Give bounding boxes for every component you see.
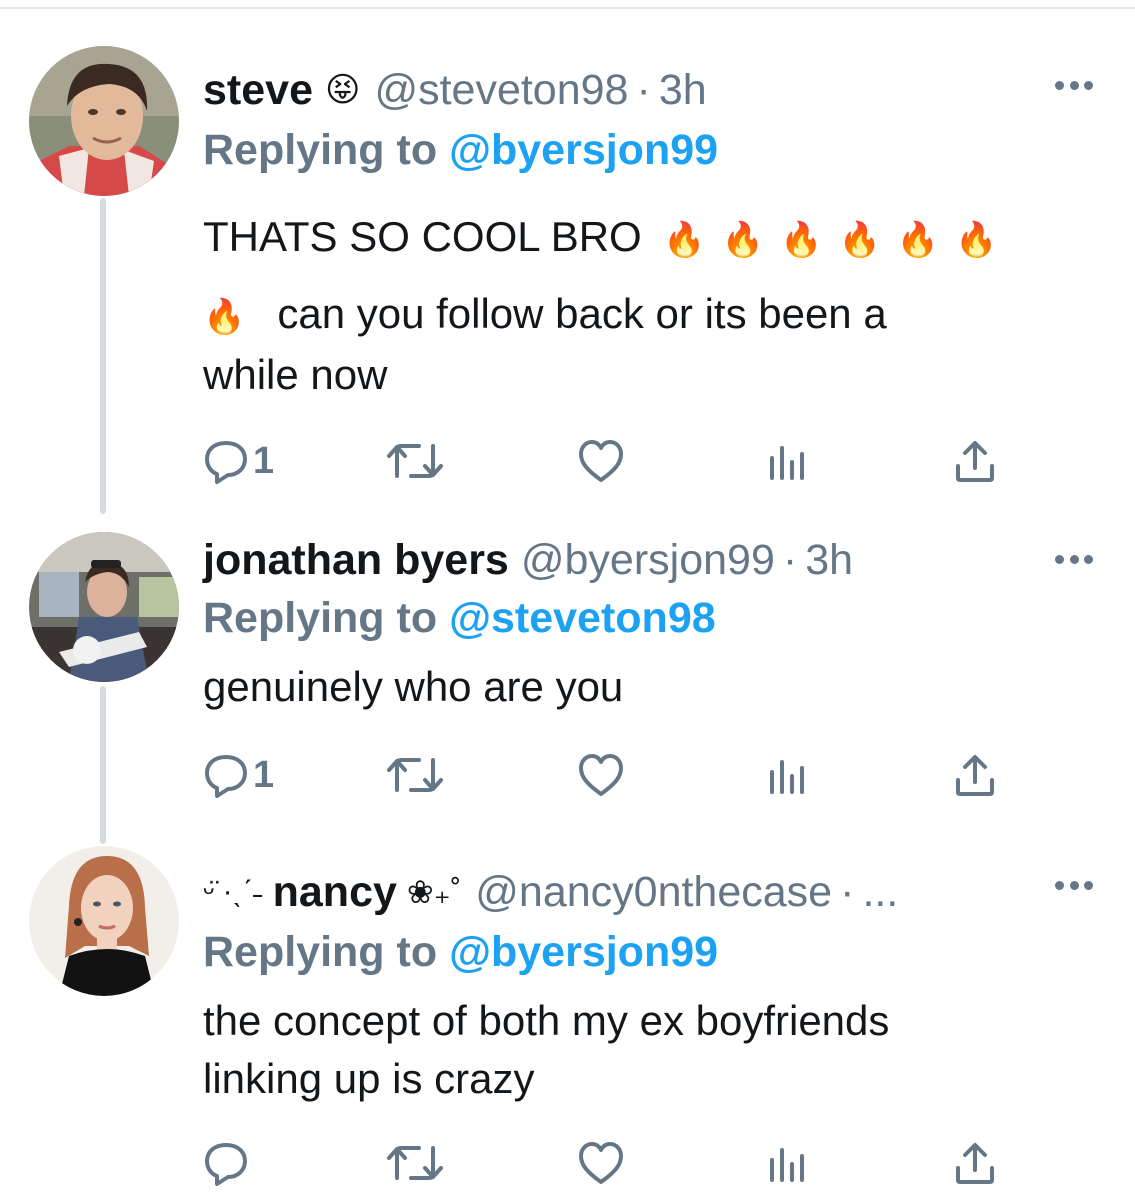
name-decoration-suffix: ❀₊˚ <box>406 874 462 910</box>
fire-emoji: 🔥 <box>780 220 823 259</box>
tweet-text: THATS SO COOL BRO 🔥 🔥 🔥 🔥 🔥 🔥 🔥 can you follow… <box>203 208 1013 404</box>
like-icon <box>579 754 623 796</box>
more-icon[interactable] <box>1055 878 1093 892</box>
retweet-button[interactable] <box>385 1140 445 1186</box>
retweet-button[interactable] <box>385 752 445 798</box>
user-handle[interactable]: @byersjon99 <box>521 536 775 585</box>
more-icon[interactable] <box>1055 78 1093 92</box>
share-icon <box>956 755 994 796</box>
action-bar: 1 <box>203 752 1003 798</box>
retweet-icon <box>387 444 443 478</box>
text-line-2: can you follow back or its been a <box>277 289 887 337</box>
fire-emoji-row: 🔥 🔥 🔥 🔥 🔥 🔥 <box>663 213 1013 260</box>
text-line-2: linking up is crazy <box>203 1055 535 1102</box>
analytics-icon <box>770 1148 804 1182</box>
tweet-header: steve 😝 @steveton98 · 3h <box>203 60 707 120</box>
like-button[interactable] <box>577 438 625 484</box>
reply-button[interactable] <box>203 1140 253 1186</box>
reply-button[interactable]: 1 <box>203 752 274 798</box>
text-line: THATS SO COOL BRO 🔥 🔥 🔥 🔥 🔥 🔥 <box>203 208 1013 269</box>
text-line: 🔥 can you follow back or its been a <box>203 285 1013 346</box>
time-separator: · <box>782 535 798 584</box>
retweet-button[interactable] <box>385 438 445 484</box>
fire-emoji: 🔥 <box>896 220 940 259</box>
display-name[interactable]: jonathan byers <box>203 536 509 585</box>
replying-label: Replying to <box>203 126 438 174</box>
share-icon <box>956 441 994 482</box>
fire-emoji: 🔥 <box>663 220 706 259</box>
tweet-text: genuinely who are you <box>203 658 623 716</box>
analytics-icon <box>770 446 804 480</box>
mention-link[interactable]: @byersjon99 <box>449 928 718 976</box>
timestamp-truncated: ... <box>862 867 899 916</box>
replying-label: Replying to <box>203 928 438 976</box>
name-decoration-prefix: ᵕ̈ ·ˎˊ˗ <box>203 875 263 908</box>
analytics-button[interactable] <box>766 438 806 484</box>
share-icon <box>956 1143 994 1184</box>
mention-link[interactable]: @steveton98 <box>449 594 716 642</box>
tweet-text: the concept of both my ex boyfriends lin… <box>203 992 889 1108</box>
analytics-button[interactable] <box>766 752 806 798</box>
reply-icon <box>205 755 247 798</box>
share-button[interactable] <box>953 1140 997 1186</box>
reply-icon <box>205 441 247 484</box>
replying-to: Replying to @byersjon99 <box>203 126 718 175</box>
retweet-icon <box>387 1146 443 1180</box>
more-icon[interactable] <box>1055 552 1093 566</box>
action-bar <box>203 1140 1003 1186</box>
tweet-steve[interactable]: steve 😝 @steveton98 · 3h Replying to @by… <box>0 0 1135 520</box>
replying-label: Replying to <box>203 594 438 642</box>
like-icon <box>579 1142 623 1184</box>
fire-emoji: 🔥 <box>838 220 881 259</box>
user-handle[interactable]: @nancy0nthecase <box>475 868 832 917</box>
mention-link[interactable]: @byersjon99 <box>449 126 718 174</box>
reply-icon <box>205 1143 247 1186</box>
replying-to: Replying to @steveton98 <box>203 594 716 643</box>
share-button[interactable] <box>953 438 997 484</box>
fire-emoji: 🔥 <box>203 297 246 336</box>
display-name[interactable]: nancy <box>273 868 397 917</box>
text-line-1: genuinely who are you <box>203 663 624 710</box>
reply-count: 1 <box>253 439 275 482</box>
like-button[interactable] <box>577 752 625 798</box>
emoji-squinting-tongue: 😝 <box>324 71 361 109</box>
timestamp[interactable]: 3h <box>659 66 707 115</box>
replying-to: Replying to @byersjon99 <box>203 928 718 977</box>
tweet-jonathan[interactable]: jonathan byers @byersjon99 · 3h Replying… <box>0 520 1135 840</box>
text-line-3: while now <box>203 350 388 398</box>
analytics-button[interactable] <box>766 1140 806 1186</box>
tweet-nancy[interactable]: ᵕ̈ ·ˎˊ˗ nancy ❀₊˚ @nancy0nthecase · ... … <box>0 840 1135 1199</box>
share-button[interactable] <box>953 752 997 798</box>
avatar[interactable] <box>29 46 179 196</box>
text-line-1: the concept of both my ex boyfriends <box>203 997 890 1044</box>
reply-button[interactable]: 1 <box>203 438 274 484</box>
text-line-1: THATS SO COOL BRO <box>203 213 642 260</box>
avatar[interactable] <box>29 532 179 682</box>
reply-count: 1 <box>253 753 275 796</box>
like-button[interactable] <box>577 1140 625 1186</box>
fire-emoji: 🔥 <box>721 220 765 259</box>
time-separator: · <box>840 867 855 916</box>
tweet-header: jonathan byers @byersjon99 · 3h <box>203 530 853 590</box>
avatar[interactable] <box>29 846 179 996</box>
display-name[interactable]: steve <box>203 66 313 115</box>
retweet-icon <box>387 758 443 792</box>
action-bar: 1 <box>203 438 1003 484</box>
time-separator: · <box>636 65 651 114</box>
analytics-icon <box>770 760 804 794</box>
fire-emoji: 🔥 <box>955 220 998 259</box>
user-handle[interactable]: @steveton98 <box>374 66 628 115</box>
tweet-header: ᵕ̈ ·ˎˊ˗ nancy ❀₊˚ @nancy0nthecase · ... <box>203 862 898 922</box>
like-icon <box>579 440 623 482</box>
timestamp[interactable]: 3h <box>805 536 853 585</box>
